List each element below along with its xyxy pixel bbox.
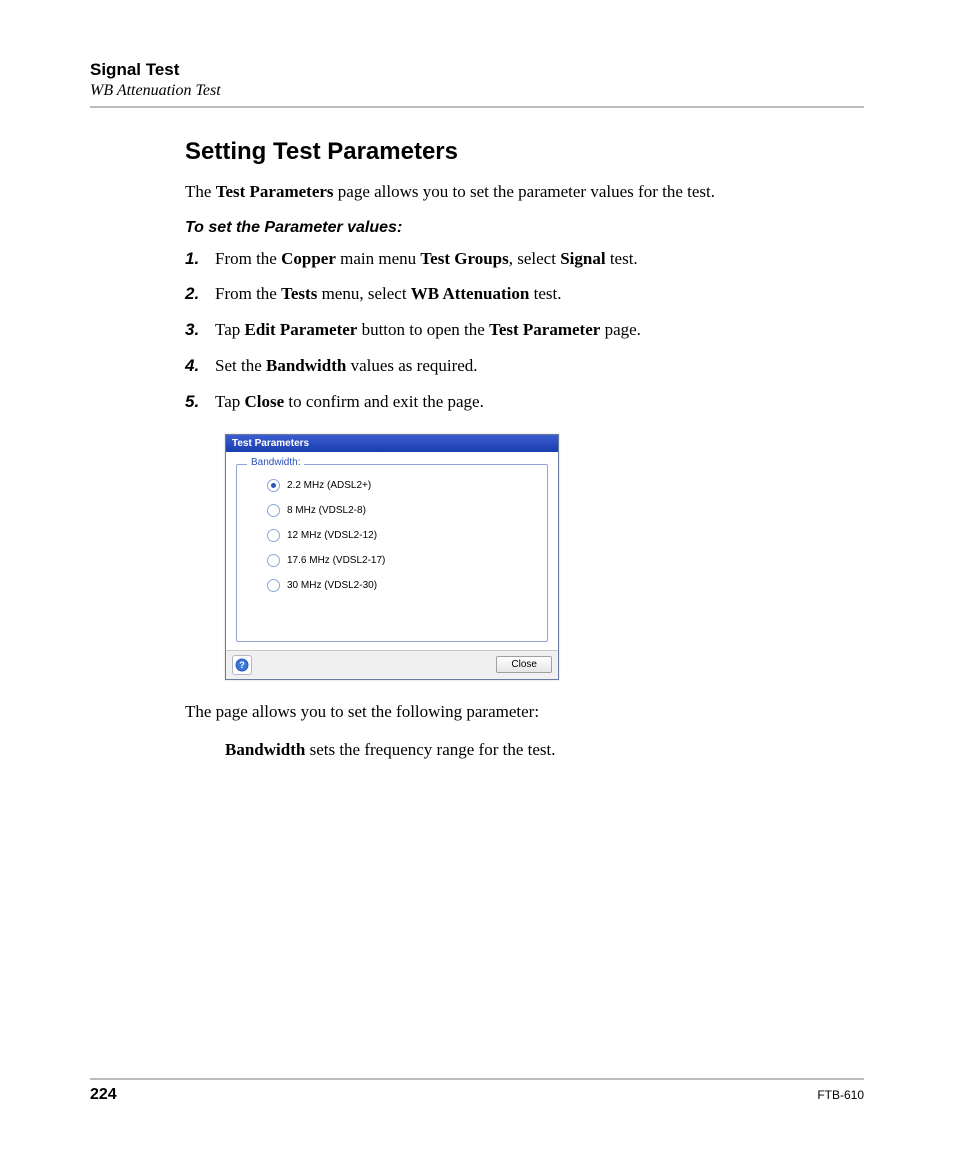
term-bandwidth: Bandwidth <box>225 740 305 759</box>
radio-icon <box>267 554 280 567</box>
step-1: 1. From the Copper main menu Test Groups… <box>185 247 844 271</box>
dialog-body: Bandwidth: 2.2 MHz (ADSL2+) 8 MHz (VDSL2… <box>226 452 558 650</box>
step-number: 3. <box>185 318 205 342</box>
procedure-steps: 1. From the Copper main menu Test Groups… <box>185 247 844 414</box>
radio-option-3[interactable]: 17.6 MHz (VDSL2-17) <box>267 554 537 567</box>
radio-option-4[interactable]: 30 MHz (VDSL2-30) <box>267 579 537 592</box>
step-3: 3. Tap Edit Parameter button to open the… <box>185 318 844 342</box>
bandwidth-group: Bandwidth: 2.2 MHz (ADSL2+) 8 MHz (VDSL2… <box>236 464 548 642</box>
step-text: Set the Bandwidth values as required. <box>215 354 478 378</box>
help-button[interactable]: ? <box>232 655 252 675</box>
step-text: From the Tests menu, select WB Attenuati… <box>215 282 561 306</box>
intro-paragraph: The Test Parameters page allows you to s… <box>185 180 844 205</box>
page-number: 224 <box>90 1086 117 1104</box>
radio-icon <box>267 504 280 517</box>
radio-label: 2.2 MHz (ADSL2+) <box>287 480 371 491</box>
step-number: 4. <box>185 354 205 378</box>
step-text: Tap Edit Parameter button to open the Te… <box>215 318 641 342</box>
svg-text:?: ? <box>239 660 245 670</box>
radio-icon <box>267 579 280 592</box>
radio-option-2[interactable]: 12 MHz (VDSL2-12) <box>267 529 537 542</box>
step-2: 2. From the Tests menu, select WB Attenu… <box>185 282 844 306</box>
page-footer: 224 FTB-610 <box>90 1078 864 1104</box>
model-number: FTB-610 <box>817 1088 864 1102</box>
dialog-titlebar: Test Parameters <box>226 435 558 452</box>
step-number: 2. <box>185 282 205 306</box>
embedded-screenshot: Test Parameters Bandwidth: 2.2 MHz (ADSL… <box>225 434 844 680</box>
dialog-window: Test Parameters Bandwidth: 2.2 MHz (ADSL… <box>225 434 559 680</box>
footer-divider <box>90 1078 864 1080</box>
page-header: Signal Test WB Attenuation Test <box>90 60 864 108</box>
radio-label: 8 MHz (VDSL2-8) <box>287 505 366 516</box>
main-content: Setting Test Parameters The Test Paramet… <box>185 138 844 763</box>
term-test-parameters: Test Parameters <box>216 182 334 201</box>
step-text: From the Copper main menu Test Groups, s… <box>215 247 638 271</box>
help-icon: ? <box>235 658 249 672</box>
step-4: 4. Set the Bandwidth values as required. <box>185 354 844 378</box>
procedure-heading: To set the Parameter values: <box>185 219 844 237</box>
step-5: 5. Tap Close to confirm and exit the pag… <box>185 390 844 414</box>
radio-icon <box>267 529 280 542</box>
radio-label: 12 MHz (VDSL2-12) <box>287 530 377 541</box>
parameter-description: Bandwidth sets the frequency range for t… <box>225 738 844 763</box>
radio-option-0[interactable]: 2.2 MHz (ADSL2+) <box>267 479 537 492</box>
group-legend: Bandwidth: <box>247 457 304 468</box>
radio-option-1[interactable]: 8 MHz (VDSL2-8) <box>267 504 537 517</box>
radio-label: 17.6 MHz (VDSL2-17) <box>287 555 385 566</box>
step-text: Tap Close to confirm and exit the page. <box>215 390 484 414</box>
step-number: 5. <box>185 390 205 414</box>
outro-paragraph: The page allows you to set the following… <box>185 700 844 725</box>
chapter-title: Signal Test <box>90 60 864 80</box>
radio-icon <box>267 479 280 492</box>
header-divider <box>90 106 864 108</box>
chapter-subsection: WB Attenuation Test <box>90 82 864 100</box>
section-title: Setting Test Parameters <box>185 138 844 166</box>
close-button[interactable]: Close <box>496 656 552 673</box>
step-number: 1. <box>185 247 205 271</box>
radio-label: 30 MHz (VDSL2-30) <box>287 580 377 591</box>
dialog-footer: ? Close <box>226 650 558 679</box>
